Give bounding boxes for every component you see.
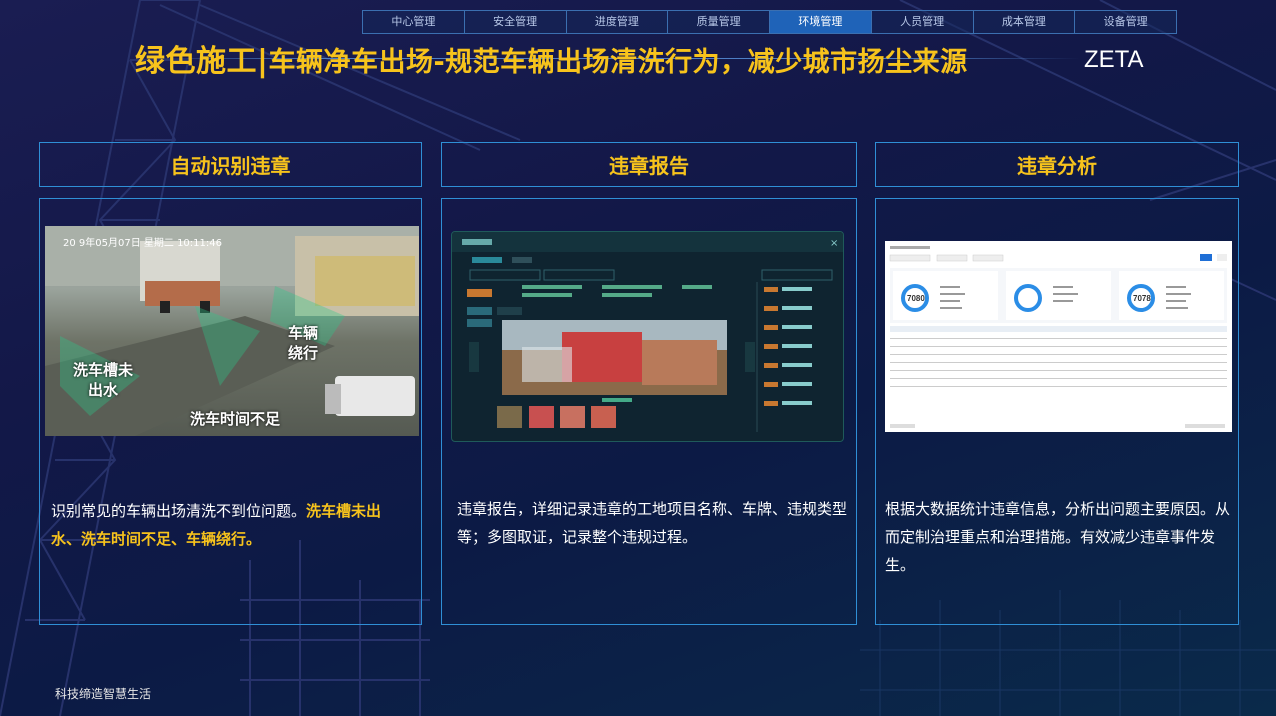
page-title-main: 绿色施工| (135, 44, 269, 79)
camera-scene-image: 20 9年05月07日 星期二 10:11:46 洗车槽未 出水 车辆 绕行 洗… (45, 226, 419, 436)
tab-cost[interactable]: 成本管理 (973, 11, 1076, 33)
page-title-rest: 车辆净车出场-规范车辆出场清洗行为，减少城市扬尘来源 (268, 47, 968, 78)
camera-scene-graphic (45, 226, 419, 436)
tab-safety[interactable]: 安全管理 (464, 11, 567, 33)
page-title: 绿色施工|车辆净车出场-规范车辆出场清洗行为，减少城市扬尘来源 (135, 36, 968, 80)
tab-personnel[interactable]: 人员管理 (871, 11, 974, 33)
analysis-screenshot: 7080 7078 (885, 241, 1232, 432)
footer-slogan: 科技缔造智慧生活 (55, 687, 152, 701)
tab-progress[interactable]: 进度管理 (566, 11, 669, 33)
tab-environment[interactable]: 环境管理 (770, 11, 872, 33)
analysis-screenshot-graphic (885, 241, 1232, 432)
panel-title-auto-detect: 自动识别违章 (39, 142, 422, 187)
top-nav: 中心管理 安全管理 进度管理 质量管理 环境管理 人员管理 成本管理 设备管理 (362, 10, 1177, 34)
desc-analysis: 根据大数据统计违章信息，分析出问题主要原因。从而定制治理重点和治理措施。有效减少… (885, 500, 1231, 574)
svg-text:×: × (830, 238, 838, 249)
camera-timestamp: 20 9年05月07日 星期二 10:11:46 (63, 238, 222, 249)
tab-quality[interactable]: 质量管理 (668, 11, 770, 33)
panel-title-report: 违章报告 (441, 142, 857, 187)
label-washer-no-water: 洗车槽未 出水 (73, 361, 134, 399)
report-screenshot-graphic: × (452, 232, 843, 432)
label-vehicle-bypass: 车辆 绕行 (288, 324, 319, 362)
desc-auto-detect: 识别常见的车辆出场清洗不到位问题。洗车槽未出水、洗车时间不足、车辆绕行。 (51, 497, 411, 553)
tab-equipment[interactable]: 设备管理 (1075, 11, 1176, 33)
tab-center[interactable]: 中心管理 (363, 11, 465, 33)
stat-value-2: 7078 (1133, 294, 1151, 303)
stat-value-1: 7080 (907, 294, 925, 303)
desc-auto-detect-plain: 识别常见的车辆出场清洗不到位问题。 (51, 502, 307, 520)
report-screenshot: × (451, 231, 844, 442)
label-wash-time-short: 洗车时间不足 (190, 410, 281, 428)
brand-logo: ZETA (1084, 46, 1144, 73)
panel-title-analysis: 违章分析 (875, 142, 1239, 187)
desc-report: 违章报告，详细记录违章的工地项目名称、车牌、违规类型等；多图取证，记录整个违规过… (457, 500, 848, 546)
